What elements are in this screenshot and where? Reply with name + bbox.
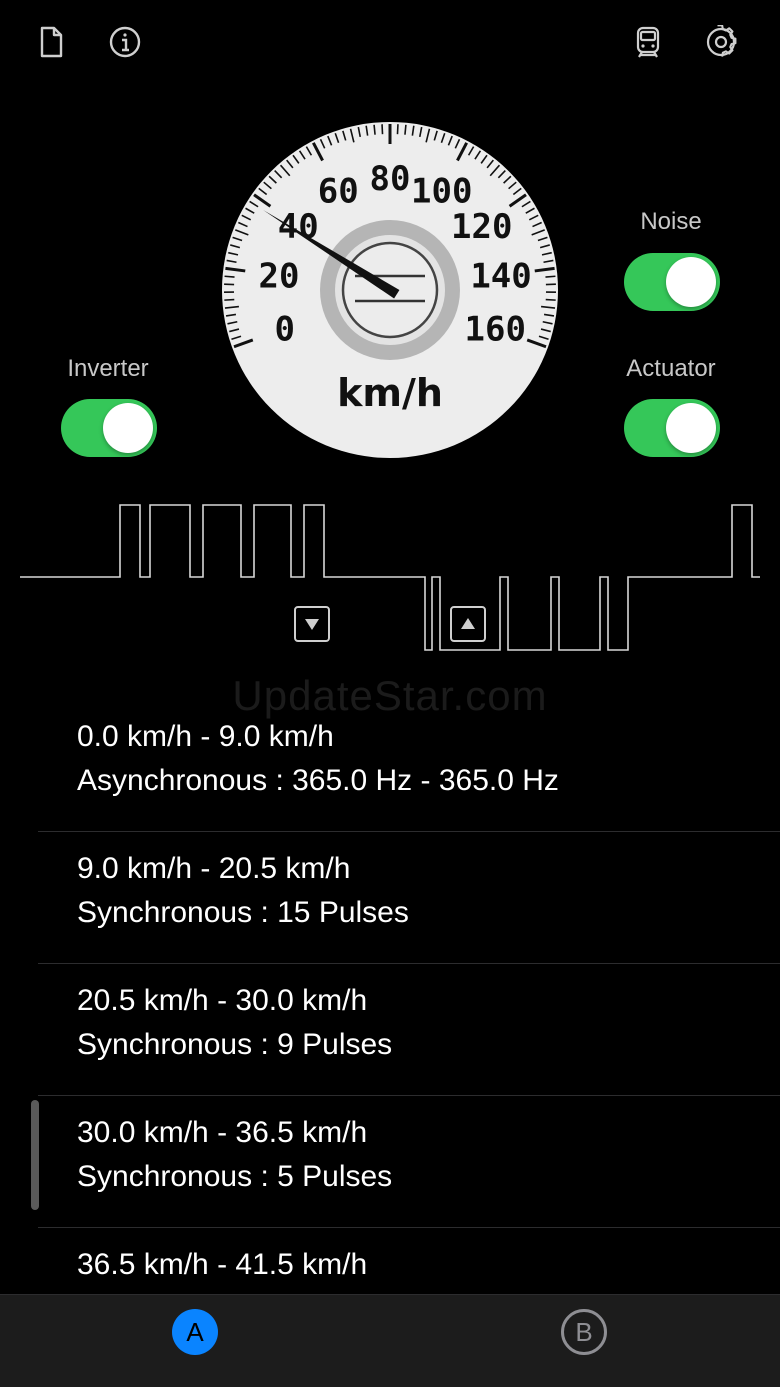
speed-range: 30.0 km/h - 36.5 km/h (77, 1116, 368, 1149)
train-icon (636, 26, 660, 58)
tab-bar: A B (0, 1294, 780, 1387)
gauge-tick-label: 0 (275, 309, 295, 349)
document-icon (40, 26, 63, 58)
gauge-tick (545, 275, 556, 278)
speed-down-button[interactable] (294, 606, 330, 642)
speed-unit-label: km/h (337, 371, 443, 415)
gauge-tick-label: 80 (370, 159, 411, 199)
mode-description: Synchronous : 9 Pulses (77, 1028, 393, 1061)
document-button[interactable] (31, 22, 71, 62)
gauge-tick-label: 160 (465, 309, 526, 349)
speed-up-button[interactable] (450, 606, 486, 642)
speed-range: 20.5 km/h - 30.0 km/h (77, 984, 368, 1017)
list-item[interactable]: 20.5 km/h - 30.0 km/h Synchronous : 9 Pu… (0, 964, 780, 1096)
inverter-label: Inverter (67, 355, 149, 382)
toggle-knob (666, 257, 716, 307)
info-button[interactable] (105, 22, 145, 62)
settings-button[interactable] (701, 22, 741, 62)
actuator-toggle[interactable] (624, 399, 720, 457)
toggle-knob (103, 403, 153, 453)
info-icon (109, 26, 141, 58)
gauge-tick (404, 124, 407, 135)
scroll-indicator[interactable] (31, 1100, 39, 1210)
speed-range: 9.0 km/h - 20.5 km/h (77, 852, 351, 885)
gauge-tick (373, 124, 376, 135)
gauge-tick-label: 140 (470, 256, 531, 296)
gauge-tick-label: 60 (318, 172, 359, 212)
inverter-toggle[interactable] (61, 399, 157, 457)
train-button[interactable] (628, 22, 668, 62)
list-item[interactable]: 36.5 km/h - 41.5 km/h (0, 1228, 780, 1294)
gauge-tick (224, 298, 235, 301)
tab-a[interactable]: A (172, 1309, 218, 1355)
toggle-knob (666, 403, 716, 453)
gear-icon (706, 25, 737, 57)
speed-range: 36.5 km/h - 41.5 km/h (77, 1248, 368, 1281)
triangle-up-icon (461, 618, 475, 629)
list-item[interactable]: 0.0 km/h - 9.0 km/h Asynchronous : 365.0… (0, 700, 780, 832)
triangle-down-icon (305, 619, 319, 630)
list-item[interactable]: 9.0 km/h - 20.5 km/h Synchronous : 15 Pu… (0, 832, 780, 964)
list-item[interactable]: 30.0 km/h - 36.5 km/h Synchronous : 5 Pu… (0, 1096, 780, 1228)
speedometer-gauge: 0204060 80 100120140160 km/h (222, 122, 558, 458)
noise-label: Noise (640, 208, 702, 235)
gauge-tick-label: 100 (411, 172, 472, 212)
tab-b[interactable]: B (561, 1309, 607, 1355)
pwm-waveform (20, 504, 760, 651)
mode-description: Asynchronous : 365.0 Hz - 365.0 Hz (77, 764, 559, 797)
speed-range: 0.0 km/h - 9.0 km/h (77, 720, 334, 753)
actuator-label: Actuator (626, 355, 716, 382)
gauge-tick (545, 298, 556, 301)
mode-description: Synchronous : 5 Pulses (77, 1160, 393, 1193)
mode-description: Synchronous : 15 Pulses (77, 896, 409, 929)
noise-toggle[interactable] (624, 253, 720, 311)
gauge-tick-label: 20 (258, 256, 299, 296)
gauge-tick (224, 275, 235, 278)
gauge-tick-label: 120 (451, 207, 512, 247)
mode-list[interactable]: 0.0 km/h - 9.0 km/h Asynchronous : 365.0… (0, 700, 780, 1294)
